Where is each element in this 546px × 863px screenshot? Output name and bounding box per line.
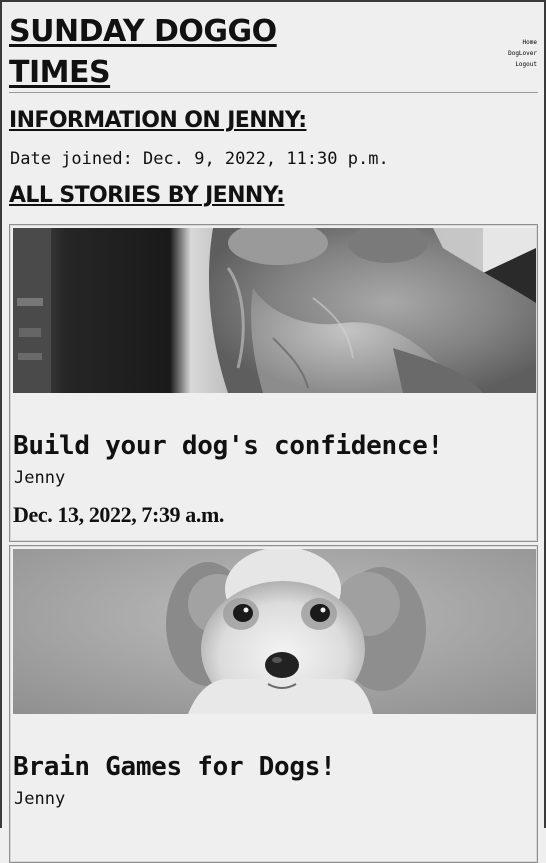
story-author: Jenny	[14, 789, 66, 809]
date-joined: Date joined: Dec. 9, 2022, 11:30 p.m.	[10, 149, 389, 169]
site-title[interactable]: SUNDAY DOGGO TIMES	[9, 2, 329, 93]
story-list: Build your dog's confidence! Jenny Dec. …	[9, 224, 538, 863]
top-nav: Home DogLover Logout	[508, 37, 537, 70]
page: SUNDAY DOGGO TIMES Home DogLover Logout …	[2, 2, 544, 863]
nav-link-doglover[interactable]: DogLover	[508, 48, 537, 59]
nav-link-logout[interactable]: Logout	[508, 59, 537, 70]
story-date: Dec. 13, 2022, 7:39 a.m.	[13, 502, 224, 527]
story-card[interactable]: Build your dog's confidence! Jenny Dec. …	[9, 224, 538, 542]
story-author: Jenny	[14, 468, 66, 488]
masthead: SUNDAY DOGGO TIMES Home DogLover Logout	[9, 2, 538, 93]
stories-heading: ALL STORIES BY JENNY:	[9, 183, 285, 208]
profile-heading: INFORMATION ON JENNY:	[9, 108, 307, 133]
nav-link-home[interactable]: Home	[508, 37, 537, 48]
story-title[interactable]: Build your dog's confidence!	[13, 431, 534, 461]
story-card[interactable]: Brain Games for Dogs! Jenny	[9, 545, 538, 863]
story-image-puppy[interactable]	[13, 549, 536, 714]
story-title[interactable]: Brain Games for Dogs!	[13, 752, 534, 782]
story-image-fluffy-dog[interactable]	[13, 228, 536, 393]
